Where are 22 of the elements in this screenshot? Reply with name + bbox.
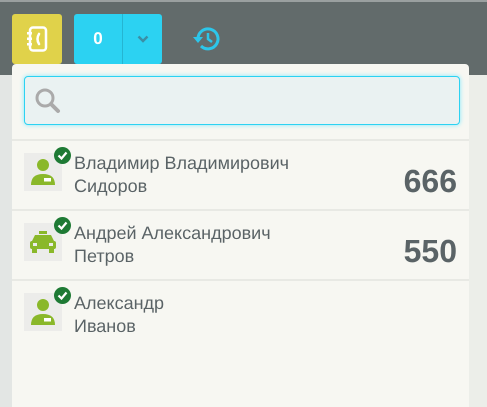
person-icon	[30, 158, 56, 186]
caret-icon	[136, 35, 148, 43]
driver-surname: Сидоров	[74, 175, 148, 198]
phonebook-icon	[26, 26, 48, 52]
phonebook-button[interactable]	[12, 14, 62, 64]
taxi-icon	[29, 231, 57, 253]
driver-number: 666	[404, 163, 457, 200]
driver-number: 550	[404, 233, 457, 270]
history-icon	[192, 25, 222, 53]
history-button[interactable]	[192, 25, 222, 53]
driver-name: Александр	[74, 292, 166, 315]
driver-surname: Петров	[74, 245, 136, 268]
dropdown-button[interactable]	[123, 14, 162, 64]
driver-surname: Иванов	[74, 315, 137, 338]
driver-row[interactable]: Владимир Владимирович Сидоров 666	[12, 141, 469, 211]
driver-name: Владимир Владимирович	[74, 152, 290, 175]
driver-name: Андрей Александрович	[74, 222, 272, 245]
driver-row[interactable]: Андрей Александрович Петров 550	[12, 211, 469, 281]
search-icon	[35, 88, 61, 114]
person-icon	[30, 298, 56, 326]
search-field[interactable]	[24, 76, 460, 125]
driver-row[interactable]: Александр Иванов	[12, 281, 469, 351]
